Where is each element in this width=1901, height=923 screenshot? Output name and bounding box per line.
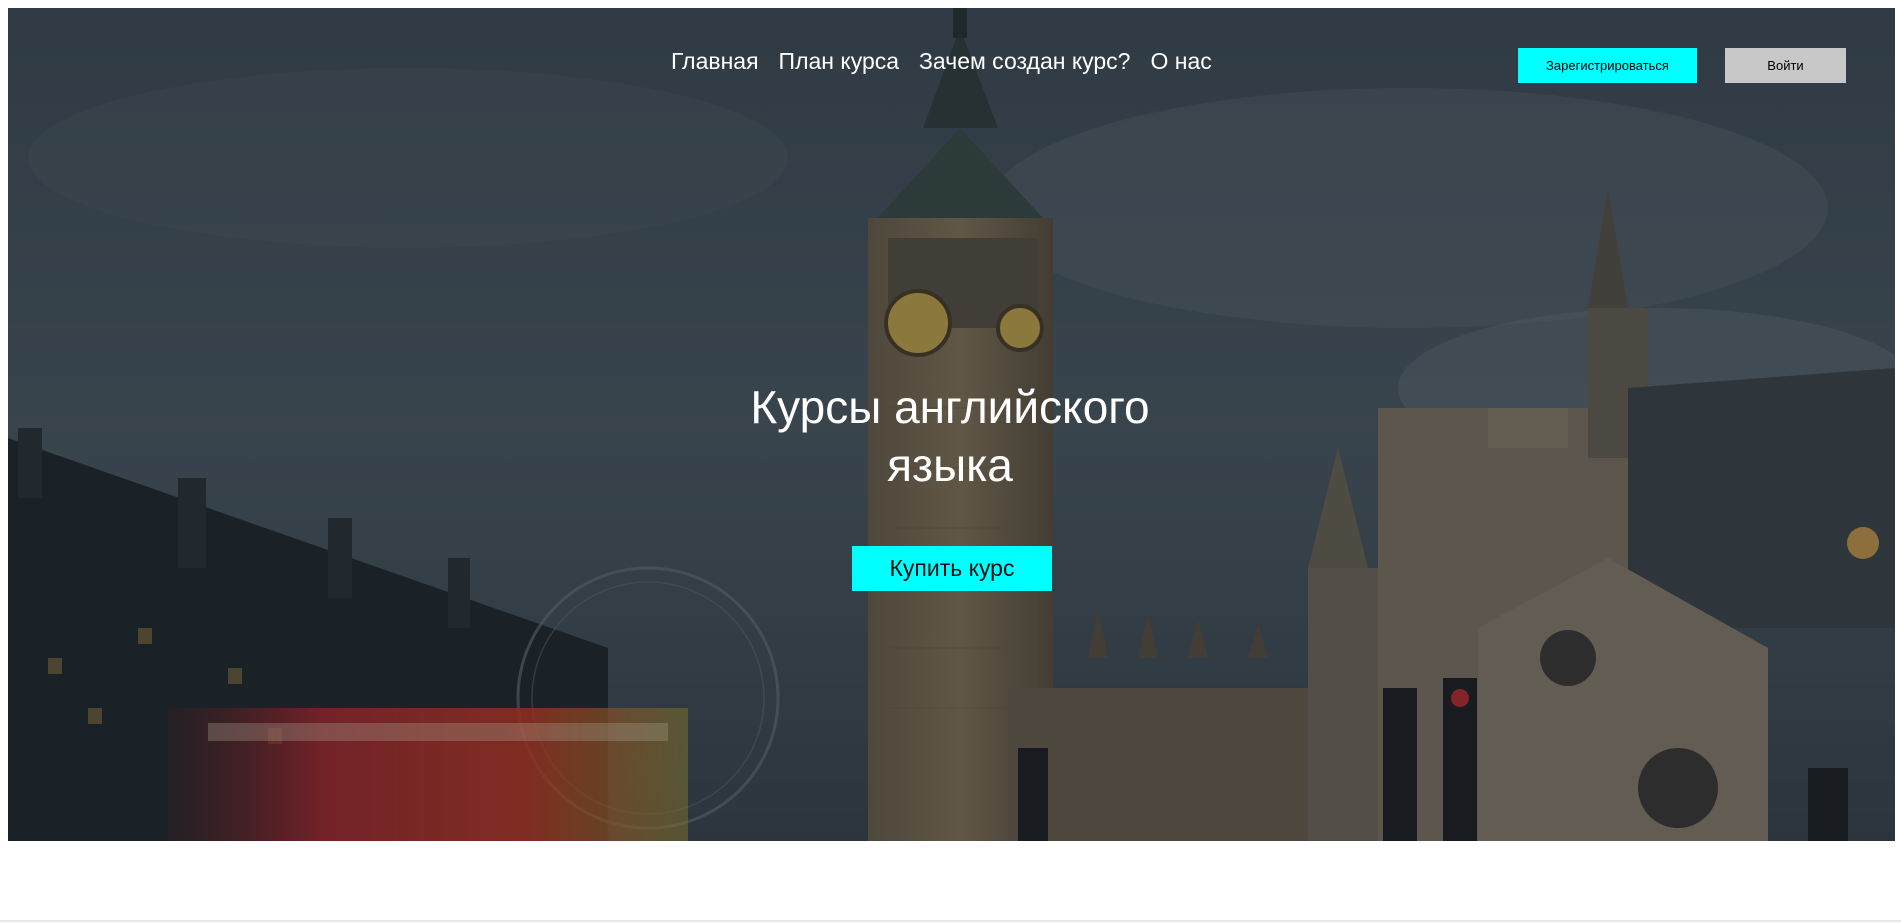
nav-item-home[interactable]: Главная <box>671 48 759 75</box>
nav-item-course-plan[interactable]: План курса <box>779 48 899 75</box>
auth-buttons: Зарегистрироваться Войти <box>1518 48 1846 83</box>
buy-course-button[interactable]: Купить курс <box>852 546 1052 591</box>
register-button[interactable]: Зарегистрироваться <box>1518 48 1697 83</box>
top-border <box>0 0 1901 8</box>
page-divider <box>0 920 1901 922</box>
main-nav: Главная План курса Зачем создан курс? О … <box>671 48 1212 75</box>
hero-title: Курсы английского языка <box>750 381 1150 491</box>
login-button[interactable]: Войти <box>1725 48 1846 83</box>
nav-item-about[interactable]: О нас <box>1150 48 1211 75</box>
nav-item-why-course[interactable]: Зачем создан курс? <box>919 48 1130 75</box>
